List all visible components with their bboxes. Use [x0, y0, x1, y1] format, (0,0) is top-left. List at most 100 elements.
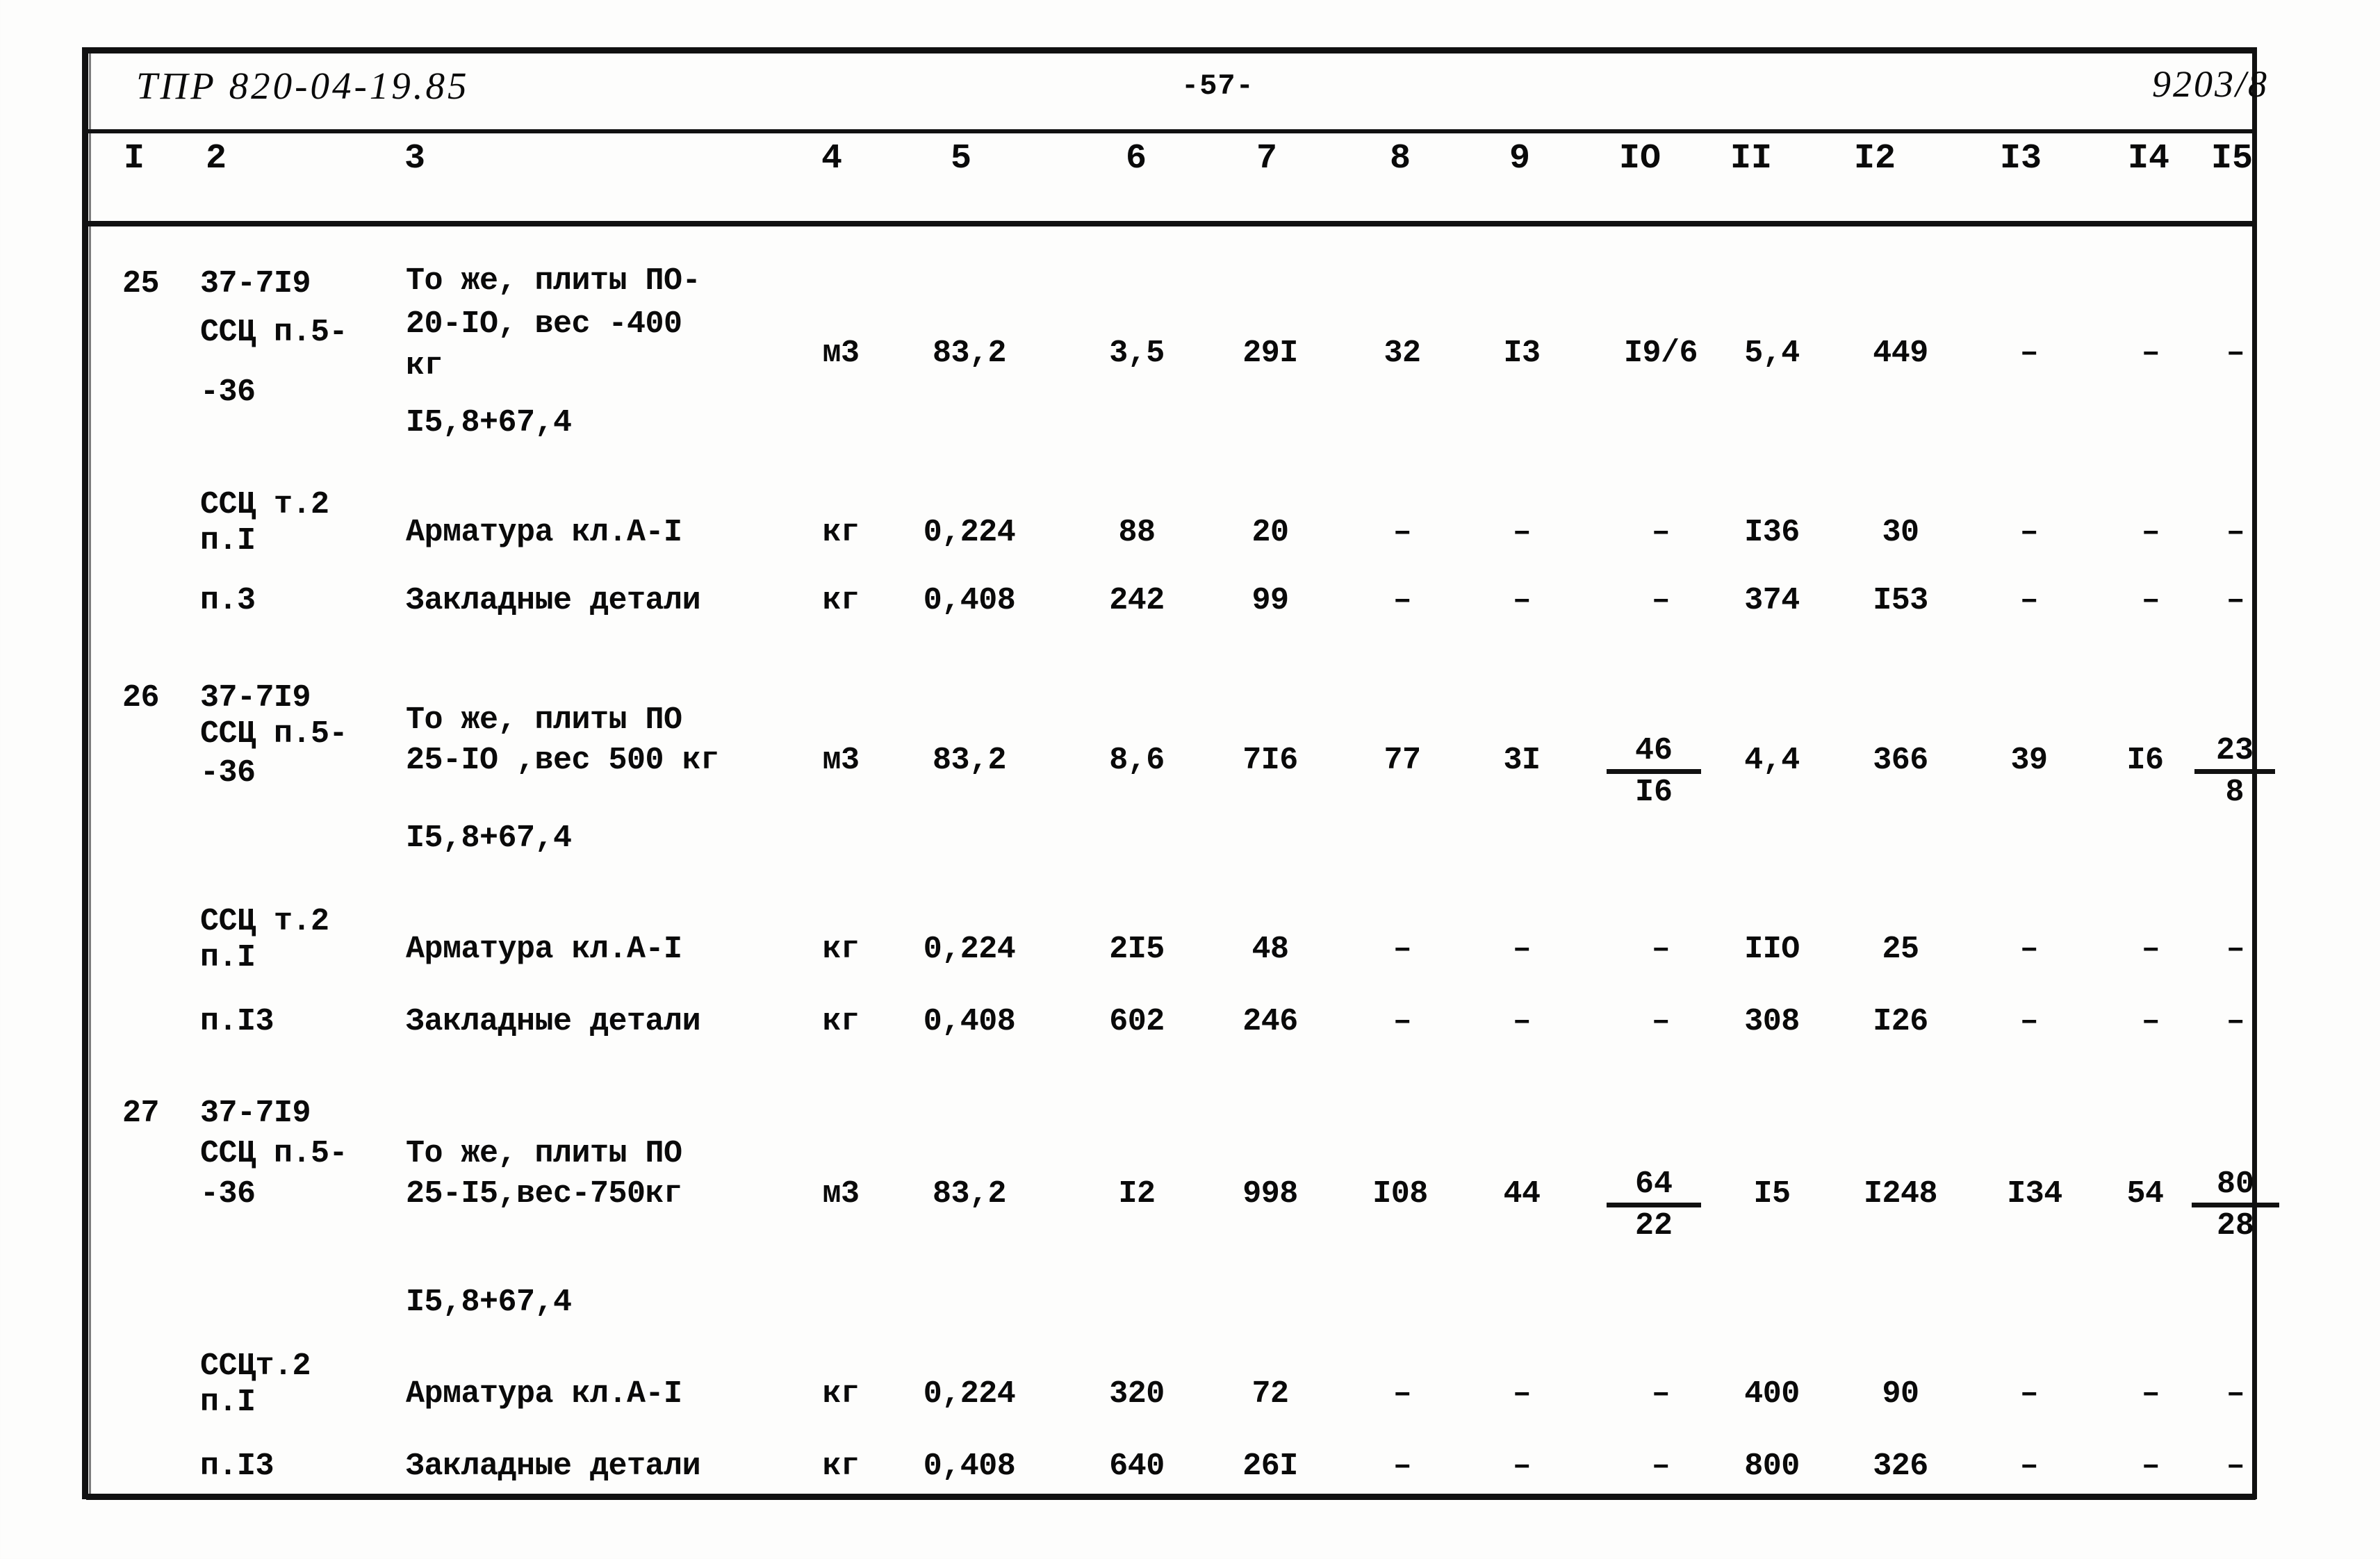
row-26-col5: 83,2	[932, 743, 1007, 778]
row-27b-col4: кг	[822, 1449, 860, 1484]
row-25b-col3: Закладные детали	[406, 583, 701, 618]
row-25a-col13: –	[2019, 515, 2039, 550]
row-26-col12: 366	[1873, 743, 1928, 778]
row-25-col10: I9/6	[1623, 336, 1698, 371]
row-25b-col15: –	[2226, 583, 2245, 618]
row-26-col1: 26	[122, 680, 160, 716]
fraction-bar-icon	[2194, 769, 2275, 774]
row-27a-col3: Арматура кл.А-I	[406, 1376, 682, 1412]
row-27-col14: 54	[2126, 1176, 2164, 1212]
row-27-col13: I34	[2007, 1176, 2062, 1212]
row-26-col2-line1: 37-7I9	[200, 680, 311, 716]
row-25b-col11: 374	[1744, 583, 1800, 618]
row-27a-col14: –	[2141, 1376, 2160, 1412]
row-25a-col5: 0,224	[923, 515, 1016, 550]
row-26a-col15: –	[2226, 932, 2245, 967]
row-27b-col14: –	[2141, 1449, 2160, 1484]
row-27b-col11: 800	[1744, 1449, 1800, 1484]
row-27-col1: 27	[122, 1096, 160, 1131]
row-26b-col12: I26	[1873, 1004, 1928, 1039]
row-27b-col13: –	[2019, 1449, 2039, 1484]
row-26a-col7: 48	[1251, 932, 1289, 967]
column-number-12: I2	[1854, 139, 1896, 179]
column-number-3: 3	[404, 139, 426, 179]
row-25a-col6: 88	[1118, 515, 1156, 550]
column-number-14: I4	[2128, 139, 2170, 179]
row-27b-col3: Закладные детали	[406, 1449, 701, 1484]
row-25-col9: I3	[1503, 336, 1541, 371]
row-27a-col4: кг	[822, 1376, 860, 1412]
row-25-col15: –	[2226, 336, 2245, 371]
row-26-col11: 4,4	[1744, 743, 1800, 778]
row-27a-col7: 72	[1251, 1376, 1289, 1412]
row-27-col15-denominator: 28	[2216, 1208, 2254, 1244]
row-27b-col8: –	[1393, 1449, 1412, 1484]
row-26-col3-line2: 25-IO ,вес 500 кг	[406, 743, 719, 778]
row-27-col5: 83,2	[932, 1176, 1007, 1212]
column-number-2: 2	[206, 139, 227, 179]
row-26a-col6: 2I5	[1109, 932, 1165, 967]
row-26-col15-fraction: 23 8	[2193, 735, 2276, 808]
row-27-col3-line2: 25-I5,вес-750кг	[406, 1176, 682, 1212]
row-27a-col6: 320	[1109, 1376, 1165, 1412]
row-27-col12: I248	[1863, 1176, 1938, 1212]
column-number-10: IO	[1619, 139, 1661, 179]
rule-bottom	[86, 1494, 2256, 1500]
row-25a-col4: кг	[822, 515, 860, 550]
column-number-6: 6	[1126, 139, 1147, 179]
row-27a-col2-line2: п.I	[200, 1385, 256, 1420]
row-25a-col2-line2: п.I	[200, 523, 256, 559]
column-number-9: 9	[1509, 139, 1531, 179]
row-27b-col5: 0,408	[923, 1449, 1016, 1484]
row-26a-col3: Арматура кл.А-I	[406, 932, 682, 967]
row-26a-col14: –	[2141, 932, 2160, 967]
column-number-11: II	[1730, 139, 1773, 179]
row-26b-col15: –	[2226, 1004, 2245, 1039]
row-25-col5: 83,2	[932, 336, 1007, 371]
row-27-col11: I5	[1753, 1176, 1791, 1212]
row-25-col11: 5,4	[1744, 336, 1800, 371]
row-26b-col5: 0,408	[923, 1004, 1016, 1039]
row-27-col4: м3	[822, 1176, 860, 1212]
row-27b-col2-line2: п.I3	[200, 1449, 274, 1484]
row-27-col2-line2: ССЦ п.5-	[200, 1136, 348, 1171]
row-25-col8: 32	[1384, 336, 1421, 371]
row-25-col3-line3: кг	[406, 348, 443, 383]
row-25a-col2-line1: ССЦ т.2	[200, 487, 329, 522]
row-27a-col8: –	[1393, 1376, 1412, 1412]
row-26a-col10: –	[1651, 932, 1671, 967]
row-25b-col13: –	[2019, 583, 2039, 618]
row-26b-col9: –	[1512, 1004, 1532, 1039]
row-27b-col7: 26I	[1242, 1449, 1298, 1484]
column-number-5: 5	[951, 139, 972, 179]
column-number-row: I 2 3 4 5 6 7 8 9 IO II I2 I3 I4 I5	[0, 139, 2380, 215]
row-25b-col4: кг	[822, 583, 860, 618]
row-25-col3-line2: 20-IO, вес -400	[406, 306, 682, 342]
row-27-col10-numerator: 64	[1634, 1166, 1673, 1202]
row-27-col2-line3: -36	[200, 1176, 256, 1212]
row-27-col6: I2	[1118, 1176, 1156, 1212]
row-27-col3-line1: То же, плиты ПО	[406, 1136, 682, 1171]
page-number: -57-	[1181, 69, 1254, 103]
row-27b-col15: –	[2226, 1449, 2245, 1484]
row-25b-col5: 0,408	[923, 583, 1016, 618]
column-number-13: I3	[2000, 139, 2042, 179]
row-26-col3-line1: То же, плиты ПО	[406, 702, 682, 738]
column-number-7: 7	[1256, 139, 1278, 179]
row-27a-col5: 0,224	[923, 1376, 1016, 1412]
row-27a-col9: –	[1512, 1376, 1532, 1412]
row-27b-col9: –	[1512, 1449, 1532, 1484]
row-26b-col2-line2: п.I3	[200, 1004, 274, 1039]
row-25b-col14: –	[2141, 583, 2160, 618]
row-27-col9: 44	[1503, 1176, 1541, 1212]
rule-header	[86, 129, 2256, 133]
row-27a-col13: –	[2019, 1376, 2039, 1412]
column-number-15: I5	[2211, 139, 2254, 179]
row-26-col13: 39	[2010, 743, 2048, 778]
row-26a-col2-line1: ССЦ т.2	[200, 904, 329, 939]
row-26-col10-numerator: 46	[1634, 733, 1673, 768]
row-26-col8: 77	[1384, 743, 1421, 778]
document-code: ТПР 820-04-19.85	[136, 65, 470, 107]
row-25a-col7: 20	[1251, 515, 1289, 550]
row-26b-col10: –	[1651, 1004, 1671, 1039]
